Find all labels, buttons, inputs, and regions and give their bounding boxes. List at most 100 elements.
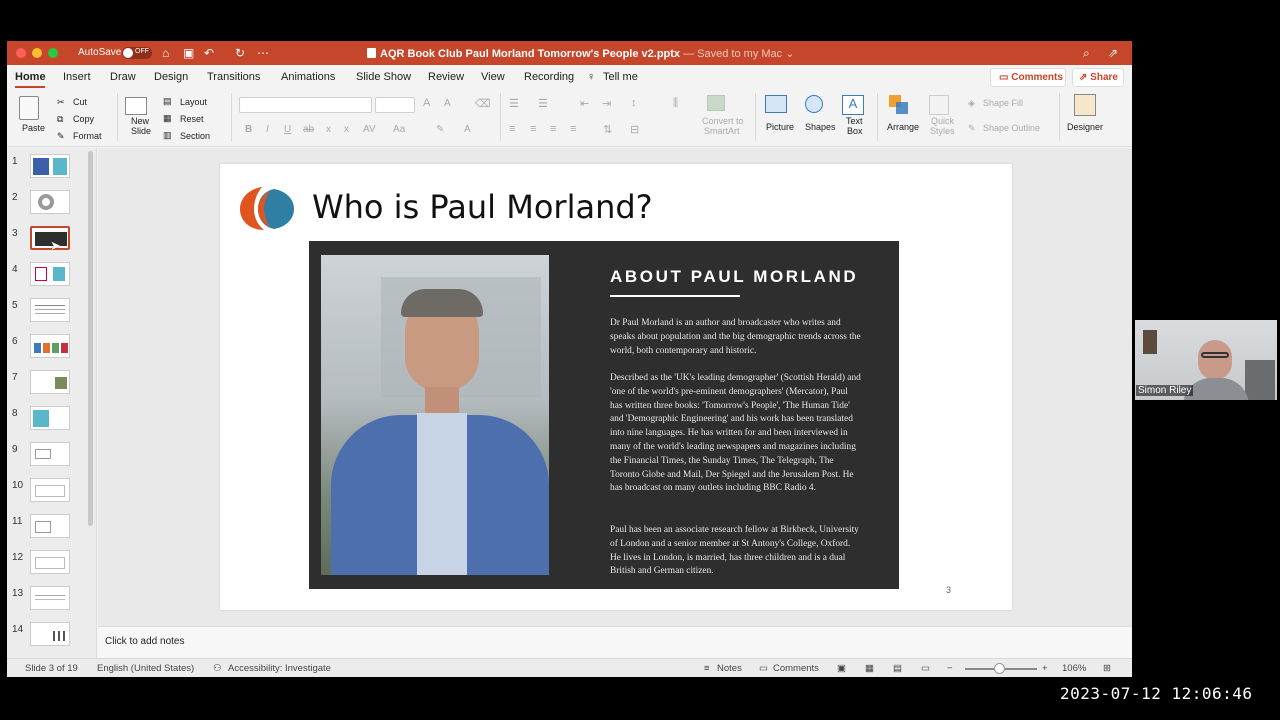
zoom-in-icon[interactable]: + (1042, 663, 1048, 674)
thumbnail-image[interactable] (30, 406, 70, 430)
accessibility-icon[interactable]: ⚇ (213, 663, 222, 674)
more-icon[interactable]: ⋯ (257, 46, 269, 60)
tab-tell-me[interactable]: Tell me (603, 71, 638, 83)
convert-smartart-label-1[interactable]: Convert to (702, 116, 744, 126)
highlight-icon[interactable]: ✎ (436, 124, 444, 135)
tab-draw[interactable]: Draw (110, 71, 136, 83)
align-left-icon[interactable]: ≡ (509, 123, 515, 135)
thumbnail-image[interactable] (30, 622, 70, 646)
thumbnail-4[interactable]: 4 (7, 262, 97, 300)
pen-icon[interactable]: ✎ (968, 123, 976, 134)
thumbnail-image[interactable] (30, 586, 70, 610)
reset-button[interactable]: Reset (180, 114, 204, 124)
notes-pane[interactable]: Click to add notes (98, 626, 1132, 658)
shapes-icon[interactable] (805, 95, 823, 113)
redo-icon[interactable]: ↻ (235, 46, 245, 60)
thumbnail-image[interactable] (30, 334, 70, 358)
bold-icon[interactable]: B (245, 124, 252, 135)
thumbnail-image[interactable] (30, 154, 70, 178)
shape-fill-button[interactable]: Shape Fill (983, 98, 1023, 108)
tab-home[interactable]: Home (15, 71, 46, 83)
cut-button[interactable]: Cut (73, 97, 87, 107)
columns-icon[interactable]: ⫼ (673, 97, 678, 110)
align-center-icon[interactable]: ≡ (530, 123, 536, 135)
align-text-icon[interactable]: ⊟ (630, 123, 639, 136)
quick-styles-label-2[interactable]: Styles (930, 126, 955, 136)
thumbnail-12[interactable]: 12 (7, 550, 97, 588)
search-icon[interactable]: ⌕ (1083, 46, 1090, 60)
slide-title[interactable]: Who is Paul Morland? (312, 188, 653, 226)
thumbnail-13[interactable]: 13 (7, 586, 97, 624)
tab-review[interactable]: Review (428, 71, 464, 83)
tab-transitions[interactable]: Transitions (207, 71, 260, 83)
zoom-level[interactable]: 106% (1062, 663, 1086, 674)
comments-icon[interactable]: ▭ (759, 663, 768, 674)
thumbnail-10[interactable]: 10 (7, 478, 97, 516)
presenter-view-icon[interactable]: ▭ (921, 663, 930, 674)
subscript-icon[interactable]: x (344, 124, 349, 135)
paste-button[interactable]: Paste (22, 123, 45, 133)
new-slide-label-1[interactable]: New (131, 116, 149, 126)
shape-outline-button[interactable]: Shape Outline (983, 123, 1040, 133)
thumbnail-2[interactable]: 2 (7, 190, 97, 228)
char-spacing-icon[interactable]: AV (363, 124, 376, 135)
zoom-out-icon[interactable]: − (947, 663, 953, 674)
about-paragraph-1[interactable]: Dr Paul Morland is an author and broadca… (610, 317, 862, 358)
thumbnails-scrollbar[interactable] (88, 151, 93, 526)
text-direction-icon[interactable]: ⇅ (603, 123, 612, 136)
about-panel[interactable]: ABOUT PAUL MORLAND Dr Paul Morland is an… (309, 241, 899, 589)
font-family-select[interactable] (239, 97, 372, 113)
comments-button[interactable]: ▭ Comments (990, 68, 1066, 87)
thumbnail-image[interactable] (30, 298, 70, 322)
language-indicator[interactable]: English (United States) (97, 663, 194, 674)
about-heading[interactable]: ABOUT PAUL MORLAND (610, 267, 858, 287)
scissors-icon[interactable]: ✂ (57, 97, 65, 108)
thumbnail-image[interactable] (30, 478, 70, 502)
reset-icon[interactable]: ▦ (163, 113, 172, 124)
superscript-icon[interactable]: x (326, 124, 331, 135)
line-spacing-icon[interactable]: ↕ (631, 97, 637, 109)
convert-smartart-label-2[interactable]: SmartArt (704, 126, 740, 136)
quick-styles-label-1[interactable]: Quick (931, 116, 954, 126)
increase-font-icon[interactable]: A (423, 97, 430, 109)
thumbnail-11[interactable]: 11 (7, 514, 97, 552)
picture-icon[interactable] (765, 95, 787, 113)
tab-animations[interactable]: Animations (281, 71, 335, 83)
shapes-button[interactable]: Shapes (805, 122, 836, 132)
share-window-icon[interactable]: ⇗ (1108, 46, 1118, 60)
thumbnail-image[interactable] (30, 550, 70, 574)
undo-icon[interactable]: ↶ (204, 46, 214, 60)
font-color-icon[interactable]: A (464, 124, 471, 135)
change-case-icon[interactable]: Aa (393, 124, 405, 135)
decrease-font-icon[interactable]: A (444, 98, 451, 109)
thumbnail-9[interactable]: 9 (7, 442, 97, 480)
slide-3[interactable]: Who is Paul Morland? ABOUT PAUL MORLAND … (220, 164, 1012, 610)
thumbnail-7[interactable]: 7 (7, 370, 97, 408)
textbox-label-2[interactable]: Box (847, 126, 863, 136)
strikethrough-icon[interactable]: ab (303, 124, 314, 135)
arrange-button[interactable]: Arrange (887, 122, 919, 132)
section-button[interactable]: Section (180, 131, 210, 141)
reading-view-icon[interactable]: ▤ (893, 663, 902, 674)
tab-insert[interactable]: Insert (63, 71, 91, 83)
format-button[interactable]: Format (73, 131, 102, 141)
paint-bucket-icon[interactable]: ◈ (968, 98, 975, 109)
arrange-icon[interactable] (889, 95, 909, 115)
designer-button[interactable]: Designer (1067, 122, 1103, 132)
underline-icon[interactable]: U (284, 124, 291, 135)
thumbnail-8[interactable]: 8 (7, 406, 97, 444)
section-icon[interactable]: ▥ (163, 130, 172, 141)
about-paragraph-3[interactable]: Paul has been an associate research fell… (610, 524, 862, 579)
thumbnail-6[interactable]: 6 (7, 334, 97, 372)
format-painter-icon[interactable]: ✎ (57, 131, 65, 142)
zoom-slider-handle[interactable] (994, 663, 1005, 674)
align-right-icon[interactable]: ≡ (550, 123, 556, 135)
minimize-window-button[interactable] (32, 48, 42, 58)
tab-view[interactable]: View (481, 71, 505, 83)
justify-icon[interactable]: ≡ (570, 123, 576, 135)
notes-toggle[interactable]: Notes (717, 663, 742, 674)
copy-icon[interactable]: ⧉ (57, 114, 63, 125)
picture-button[interactable]: Picture (766, 122, 794, 132)
save-icon[interactable]: ▣ (183, 46, 194, 60)
bullets-icon[interactable]: ☰ (509, 97, 519, 110)
